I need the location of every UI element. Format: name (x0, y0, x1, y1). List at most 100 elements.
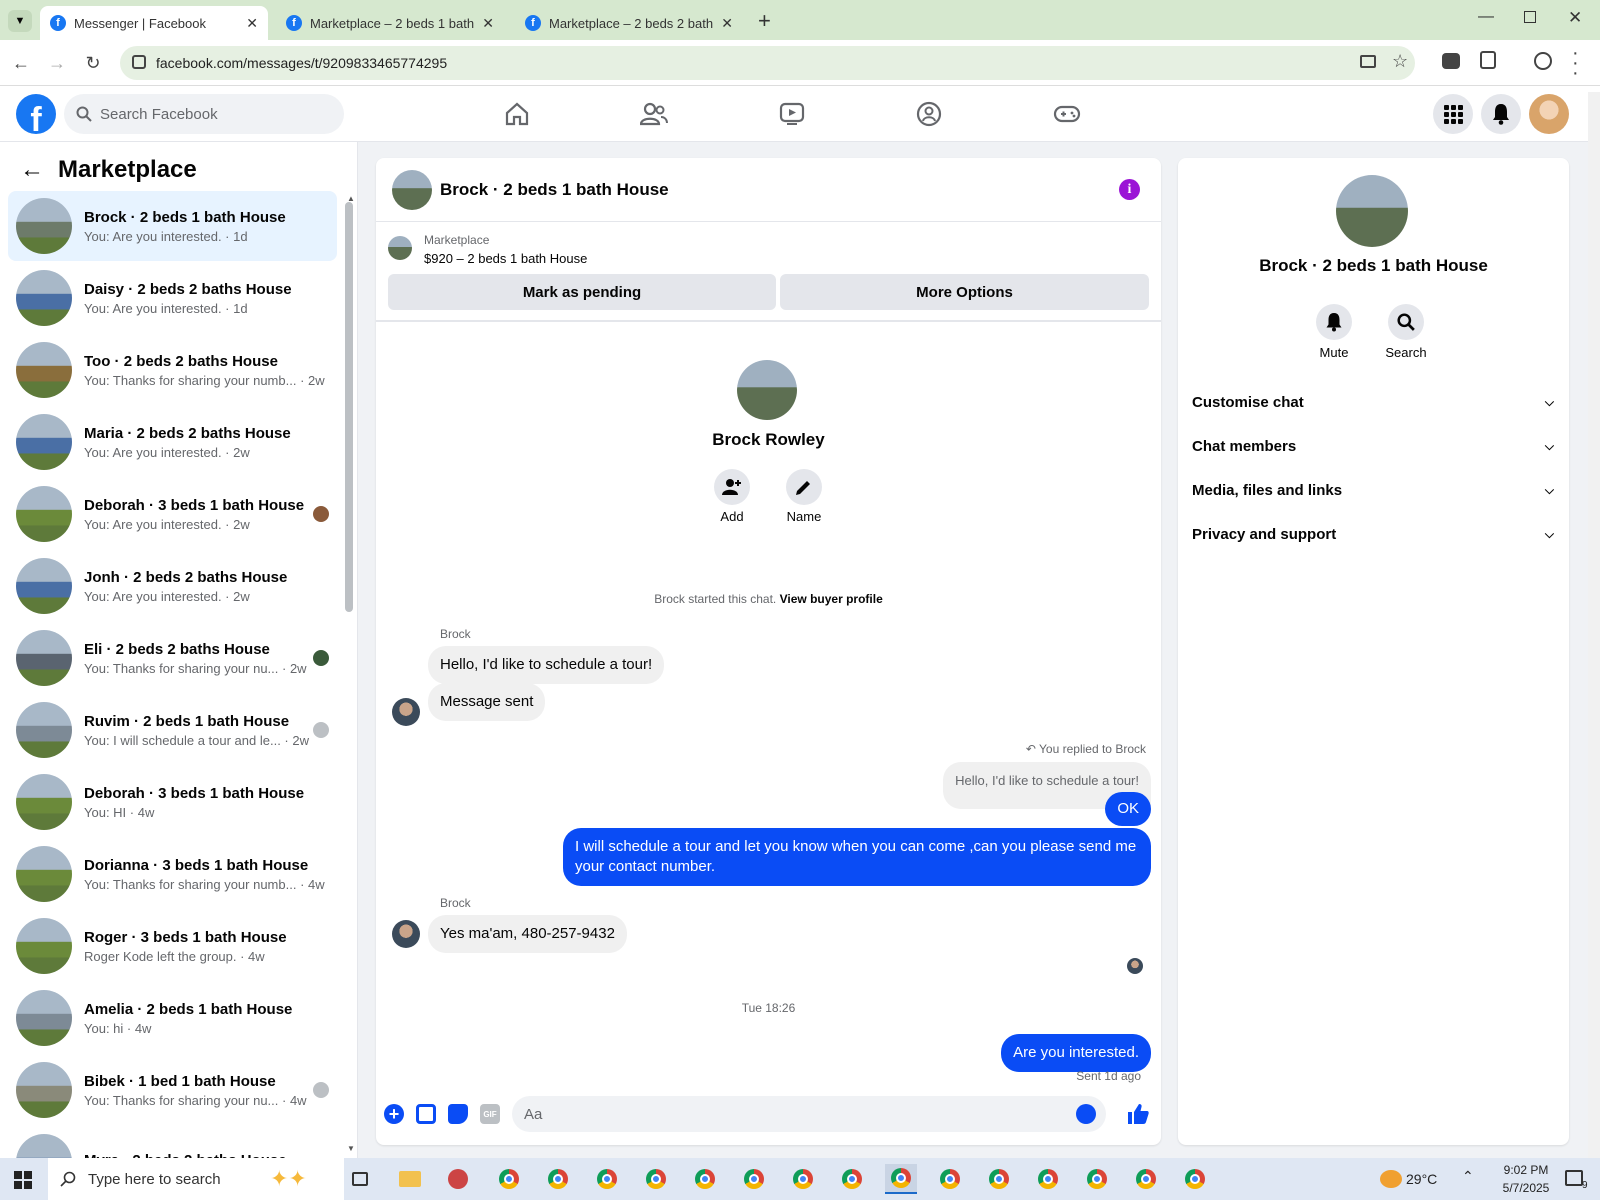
chrome-icon[interactable] (493, 1164, 525, 1194)
install-icon[interactable] (1360, 55, 1376, 68)
groups-icon[interactable] (889, 86, 969, 142)
chrome-icon[interactable] (983, 1164, 1015, 1194)
conversation-item[interactable]: Daisy · 2 beds 2 baths House You: Are you… (8, 263, 337, 333)
chat-title[interactable]: Brock · 2 beds 1 bath House (440, 180, 669, 200)
info-avatar[interactable] (1336, 175, 1408, 247)
tab-search-icon[interactable]: ▼ (8, 10, 32, 32)
scrollbar-thumb[interactable] (345, 202, 353, 612)
tab-messenger[interactable]: f Messenger | Facebook ✕ (40, 6, 268, 40)
sender-avatar[interactable] (392, 920, 420, 948)
extensions-puzzle-icon[interactable] (1480, 51, 1496, 69)
clock-time[interactable]: 9:02 PM (1486, 1163, 1566, 1177)
conversation-item[interactable]: Deborah · 3 beds 1 bath House You: HI · 4… (8, 767, 337, 837)
close-tab-icon[interactable]: ✕ (482, 15, 494, 32)
incoming-message[interactable]: Yes ma'am, 480-257-9432 (428, 915, 627, 953)
conversation-item[interactable]: Amelia · 2 beds 1 bath House You: hi · 4w (8, 983, 337, 1053)
reload-icon[interactable]: ↻ (80, 50, 106, 76)
outgoing-message[interactable]: I will schedule a tour and let you know … (563, 828, 1151, 886)
chrome-icon[interactable] (1081, 1164, 1113, 1194)
gif-icon[interactable]: GIF (480, 1104, 500, 1124)
home-icon[interactable] (477, 86, 557, 142)
windows-start-icon[interactable] (14, 1171, 32, 1189)
scroll-down-arrow[interactable]: ▼ (347, 1144, 355, 1153)
tab-marketplace-2[interactable]: f Marketplace – 2 beds 2 baths H ✕ (515, 6, 743, 40)
page-scrollbar[interactable] (1588, 92, 1600, 1158)
back-arrow-icon[interactable]: ← (20, 156, 44, 184)
chrome-icon[interactable] (689, 1164, 721, 1194)
customise-chat-section[interactable]: Customise chat ⌵ (1192, 380, 1554, 424)
chrome-icon[interactable] (640, 1164, 672, 1194)
close-tab-icon[interactable]: ✕ (246, 15, 258, 32)
outgoing-message[interactable]: OK (1105, 792, 1151, 826)
clock-date[interactable]: 5/7/2025 (1486, 1181, 1566, 1195)
privacy-support-section[interactable]: Privacy and support ⌵ (1192, 512, 1554, 556)
address-bar[interactable]: facebook.com/messages/t/9209833465774295… (120, 46, 1415, 80)
tray-chevron-up-icon[interactable]: ⌃ (1462, 1168, 1474, 1185)
gaming-icon[interactable] (1027, 86, 1107, 142)
chat-avatar[interactable] (392, 170, 432, 210)
chrome-icon[interactable] (934, 1164, 966, 1194)
incoming-message[interactable]: Hello, I'd like to schedule a tour! (428, 646, 665, 684)
bookmark-star-icon[interactable]: ☆ (1392, 51, 1408, 72)
new-tab-icon[interactable]: + (758, 8, 771, 34)
chrome-icon[interactable] (1130, 1164, 1162, 1194)
app-icon[interactable] (442, 1164, 474, 1194)
menu-kebab-icon[interactable]: · · · (1572, 43, 1579, 83)
menu-grid-icon[interactable] (1433, 94, 1473, 134)
facebook-search-input[interactable]: Search Facebook (64, 94, 344, 134)
account-avatar[interactable] (1529, 94, 1569, 134)
close-tab-icon[interactable]: ✕ (721, 15, 733, 32)
restore-icon[interactable] (1524, 11, 1536, 23)
notification-center-icon[interactable] (1565, 1170, 1583, 1186)
mute-button[interactable] (1316, 304, 1352, 340)
friends-icon[interactable] (614, 86, 694, 142)
chrome-icon[interactable] (1032, 1164, 1064, 1194)
add-person-button[interactable] (714, 469, 750, 505)
view-buyer-profile-link[interactable]: View buyer profile (780, 592, 883, 606)
conversation-item[interactable]: Too · 2 beds 2 baths House You: Thanks fo… (8, 335, 337, 405)
info-icon[interactable]: i (1119, 179, 1140, 200)
incoming-message[interactable]: Message sent (428, 683, 546, 721)
conversation-item[interactable]: Bibek · 1 bed 1 bath House You: Thanks fo… (8, 1055, 337, 1125)
close-window-icon[interactable]: ✕ (1568, 8, 1582, 28)
scroll-up-arrow[interactable]: ▲ (347, 194, 355, 203)
back-icon[interactable]: ← (8, 50, 34, 76)
listing-price[interactable]: $920 – 2 beds 1 bath House (424, 251, 587, 266)
conversation-item[interactable]: Maria · 2 beds 2 baths House You: Are you… (8, 407, 337, 477)
conversation-item[interactable]: Roger · 3 beds 1 bath House Roger Kode le… (8, 911, 337, 981)
more-options-button[interactable]: More Options (780, 274, 1149, 310)
minimize-icon[interactable]: — (1478, 8, 1494, 26)
temperature[interactable]: 29°C (1406, 1171, 1437, 1187)
tab-marketplace-1[interactable]: f Marketplace – 2 beds 1 bath Ho ✕ (276, 6, 504, 40)
emoji-icon[interactable] (1076, 1104, 1096, 1124)
info-title[interactable]: Brock · 2 beds 1 bath House (1178, 256, 1569, 276)
chrome-icon[interactable] (738, 1164, 770, 1194)
file-explorer-icon[interactable] (394, 1164, 426, 1194)
mark-as-pending-button[interactable]: Mark as pending (388, 274, 776, 310)
conversation-item[interactable]: Brock · 2 beds 1 bath House You: Are you … (8, 191, 337, 261)
notifications-bell-icon[interactable] (1481, 94, 1521, 134)
facebook-logo[interactable]: f (16, 94, 56, 134)
chrome-icon[interactable] (836, 1164, 868, 1194)
edit-name-button[interactable] (786, 469, 822, 505)
chrome-icon[interactable] (591, 1164, 623, 1194)
contact-name[interactable]: Brock Rowley (376, 430, 1161, 450)
search-chat-button[interactable] (1388, 304, 1424, 340)
plus-icon[interactable]: + (384, 1104, 404, 1124)
contact-avatar[interactable] (737, 360, 797, 420)
media-files-links-section[interactable]: Media, files and links ⌵ (1192, 468, 1554, 512)
forward-icon[interactable]: → (44, 50, 70, 76)
chrome-icon[interactable] (787, 1164, 819, 1194)
conversation-item[interactable]: Deborah · 3 beds 1 bath House You: Are yo… (8, 479, 337, 549)
sender-avatar[interactable] (392, 698, 420, 726)
listing-thumbnail[interactable] (388, 236, 412, 260)
chat-members-section[interactable]: Chat members ⌵ (1192, 424, 1554, 468)
chrome-icon[interactable] (1179, 1164, 1211, 1194)
video-icon[interactable] (752, 86, 832, 142)
outgoing-message[interactable]: Are you interested. (1001, 1034, 1151, 1072)
photo-icon[interactable] (416, 1104, 436, 1124)
weather-icon[interactable] (1380, 1170, 1402, 1188)
conversation-item[interactable]: Dorianna · 3 beds 1 bath House You: Thank… (8, 839, 337, 909)
thumbs-up-icon[interactable] (1126, 1102, 1150, 1131)
sticker-icon[interactable] (448, 1104, 468, 1124)
